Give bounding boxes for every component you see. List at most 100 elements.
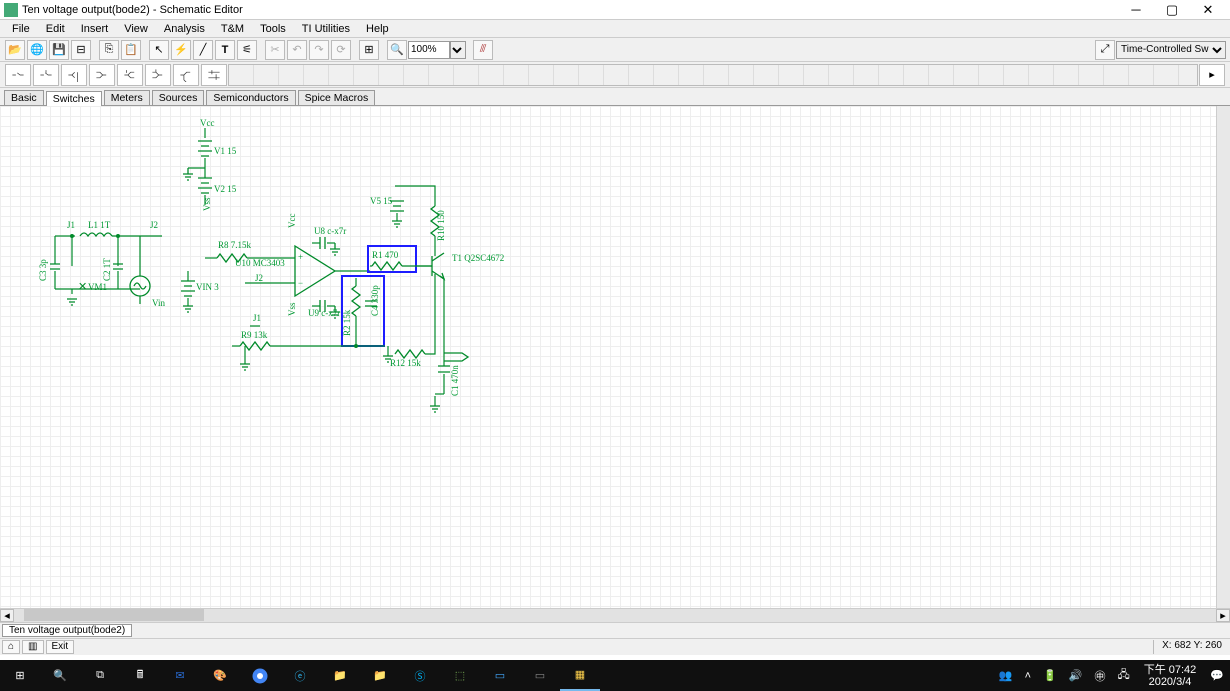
paste-button[interactable]: 📋 bbox=[121, 40, 141, 60]
svg-text:Vcc: Vcc bbox=[287, 214, 297, 229]
tina-app-icon[interactable]: ▦ bbox=[560, 660, 600, 691]
explorer2-icon[interactable]: 📁 bbox=[360, 660, 400, 691]
app-icon bbox=[4, 3, 18, 17]
svg-text:−: − bbox=[298, 278, 303, 288]
copy-button[interactable]: ⎘ bbox=[99, 40, 119, 60]
switch-sw1[interactable] bbox=[5, 64, 31, 86]
tab-switches[interactable]: Switches bbox=[46, 91, 102, 106]
open-button[interactable]: 📂 bbox=[5, 40, 25, 60]
switch-tool[interactable]: ⫻ bbox=[473, 40, 493, 60]
taskview-icon[interactable]: ⧉ bbox=[80, 660, 120, 691]
svg-text:J1: J1 bbox=[67, 220, 75, 230]
tab-spice-macros[interactable]: Spice Macros bbox=[298, 90, 376, 105]
svg-text:C2 1T: C2 1T bbox=[102, 258, 112, 281]
text-tool[interactable]: T bbox=[215, 40, 235, 60]
system-tray: 👥 ˄ 🔋 🔊 ㊥ 🖧 下午 07:42 2020/3/4 💬 bbox=[993, 664, 1230, 688]
skype-icon[interactable]: Ⓢ bbox=[400, 660, 440, 691]
paint-icon[interactable]: 🎨 bbox=[200, 660, 240, 691]
tab-meters[interactable]: Meters bbox=[104, 90, 150, 105]
component-palette: ▸ bbox=[0, 62, 1230, 88]
tab-semiconductors[interactable]: Semiconductors bbox=[206, 90, 295, 105]
wire-tool[interactable]: ╱ bbox=[193, 40, 213, 60]
tray-up-icon[interactable]: ˄ bbox=[1019, 670, 1037, 682]
app1-icon[interactable]: ⬚ bbox=[440, 660, 480, 691]
ime-icon[interactable]: ㊥ bbox=[1088, 668, 1111, 684]
cut-tool[interactable]: ✂ bbox=[265, 40, 285, 60]
svg-text:T1 Q2SC4672: T1 Q2SC4672 bbox=[452, 253, 504, 263]
undo-button[interactable]: ↶ bbox=[287, 40, 307, 60]
rotate-button[interactable]: ⟳ bbox=[331, 40, 351, 60]
svg-text:✕: ✕ bbox=[78, 281, 87, 293]
grid-button[interactable]: ⊞ bbox=[359, 40, 379, 60]
switch-sw5[interactable] bbox=[117, 64, 143, 86]
menu-tools[interactable]: Tools bbox=[252, 23, 294, 35]
menu-file[interactable]: File bbox=[4, 23, 38, 35]
redo-button[interactable]: ↷ bbox=[309, 40, 329, 60]
zoom-tool[interactable]: 🔍 bbox=[387, 40, 407, 60]
svg-text:C1 470n: C1 470n bbox=[450, 365, 460, 396]
switch-sw6[interactable] bbox=[145, 64, 171, 86]
people-icon[interactable]: 👥 bbox=[993, 669, 1019, 682]
svg-text:V1 15: V1 15 bbox=[214, 146, 237, 156]
explorer-icon[interactable]: 📁 bbox=[320, 660, 360, 691]
horizontal-scrollbar[interactable]: ◂ ▸ bbox=[0, 608, 1230, 622]
svg-text:V2 15: V2 15 bbox=[214, 184, 237, 194]
close-button[interactable]: ✕ bbox=[1190, 2, 1226, 18]
notifications-icon[interactable]: 💬 bbox=[1204, 669, 1230, 682]
windows-taskbar: ⊞ 🔍 ⧉ 🖩 ✉ 🎨 ⓔ 📁 📁 Ⓢ ⬚ ▭ ▭ ▦ 👥 ˄ 🔋 🔊 ㊥ 🖧 … bbox=[0, 660, 1230, 691]
calculator-icon[interactable]: 🖩 bbox=[120, 660, 160, 691]
tab-sources[interactable]: Sources bbox=[152, 90, 205, 105]
search-icon[interactable]: 🔍 bbox=[40, 660, 80, 691]
app3-icon[interactable]: ▭ bbox=[520, 660, 560, 691]
schematic-canvas[interactable]: Vcc V1 15 V2 15 Vss J1 L1 1T J2 C3 3p C2… bbox=[0, 106, 1230, 608]
ie-icon[interactable]: ⓔ bbox=[280, 660, 320, 691]
cursor-coords: X: 682 Y: 260 bbox=[1153, 640, 1230, 654]
save-button[interactable]: 💾 bbox=[49, 40, 69, 60]
hscroll-left[interactable]: ◂ bbox=[0, 609, 14, 622]
svg-text:VIN 3: VIN 3 bbox=[196, 282, 219, 292]
select-tool[interactable]: ↖ bbox=[149, 40, 169, 60]
vertical-scrollbar[interactable] bbox=[1216, 106, 1230, 608]
component-select[interactable]: Time-Controlled Switch bbox=[1116, 41, 1226, 59]
svg-text:R12 15k: R12 15k bbox=[390, 358, 421, 368]
app2-icon[interactable]: ▭ bbox=[480, 660, 520, 691]
hscroll-right[interactable]: ▸ bbox=[1216, 609, 1230, 622]
switch-sw2[interactable] bbox=[33, 64, 59, 86]
doc-tab[interactable]: Ten voltage output(bode2) bbox=[2, 624, 132, 637]
menu-ti-utilities[interactable]: TI Utilities bbox=[294, 23, 358, 35]
filter-tool[interactable]: ⚟ bbox=[237, 40, 257, 60]
tab-basic[interactable]: Basic bbox=[4, 90, 44, 105]
menu-help[interactable]: Help bbox=[358, 23, 397, 35]
internet-button[interactable]: 🌐 bbox=[27, 40, 47, 60]
status-btn-1[interactable]: ⌂ bbox=[2, 640, 20, 654]
menu-analysis[interactable]: Analysis bbox=[156, 23, 213, 35]
svg-text:Vss: Vss bbox=[287, 302, 297, 316]
status-btn-2[interactable]: ▥ bbox=[22, 640, 43, 654]
clock[interactable]: 下午 07:42 2020/3/4 bbox=[1136, 664, 1205, 688]
palette-more[interactable]: ▸ bbox=[1199, 64, 1225, 86]
minimize-button[interactable]: ─ bbox=[1118, 2, 1154, 17]
volume-icon[interactable]: 🔊 bbox=[1063, 669, 1089, 682]
status-btn-exit[interactable]: Exit bbox=[46, 640, 75, 654]
menu-edit[interactable]: Edit bbox=[38, 23, 73, 35]
palette-empty bbox=[228, 64, 1198, 86]
switch-sw4[interactable] bbox=[89, 64, 115, 86]
chrome-icon[interactable] bbox=[240, 660, 280, 691]
maximize-button[interactable]: ▢ bbox=[1154, 2, 1190, 18]
probe-tool[interactable]: ⚡ bbox=[171, 40, 191, 60]
start-button[interactable]: ⊞ bbox=[0, 660, 40, 691]
hscroll-track[interactable] bbox=[14, 609, 1216, 622]
expand-button[interactable]: ⤢ bbox=[1095, 40, 1115, 60]
menu-insert[interactable]: Insert bbox=[73, 23, 117, 35]
menu-tm[interactable]: T&M bbox=[213, 23, 252, 35]
menu-view[interactable]: View bbox=[116, 23, 156, 35]
close-doc-button[interactable]: ⊟ bbox=[71, 40, 91, 60]
battery-icon[interactable]: 🔋 bbox=[1037, 669, 1063, 682]
switch-sw8[interactable] bbox=[201, 64, 227, 86]
zoom-select[interactable] bbox=[450, 41, 466, 59]
outlook-icon[interactable]: ✉ bbox=[160, 660, 200, 691]
network-icon[interactable]: 🖧 bbox=[1111, 666, 1135, 685]
switch-sw3[interactable] bbox=[61, 64, 87, 86]
zoom-input[interactable] bbox=[408, 41, 450, 59]
switch-sw7[interactable] bbox=[173, 64, 199, 86]
